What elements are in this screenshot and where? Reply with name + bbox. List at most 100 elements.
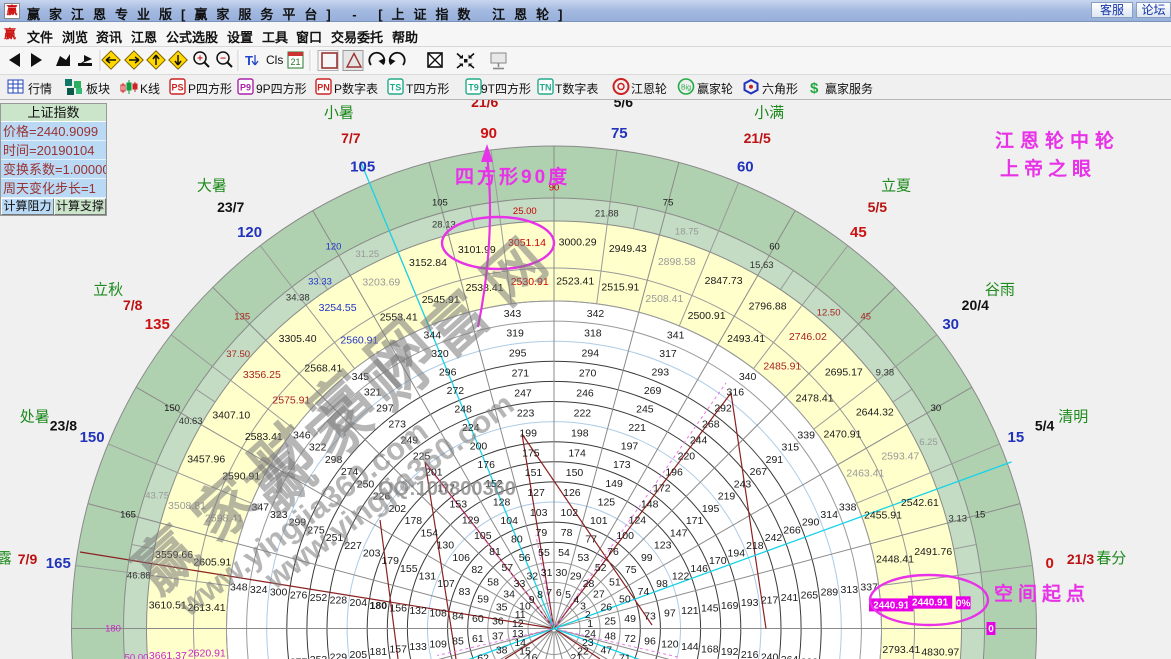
svg-text:4: 4 [573,594,579,606]
svg-text:2644.32: 2644.32 [856,407,894,419]
svg-text:5/6: 5/6 [614,100,634,110]
svg-text:处暑: 处暑 [20,408,50,425]
svg-text:47: 47 [600,645,612,657]
svg-text:269: 269 [644,385,662,397]
svg-text:157: 157 [389,644,407,656]
svg-text:3254.55: 3254.55 [319,302,357,314]
svg-text:180: 180 [105,624,121,635]
svg-text:150: 150 [80,429,105,446]
svg-text:268: 268 [702,419,720,431]
svg-text:80: 80 [511,534,523,546]
svg-text:270: 270 [579,368,597,380]
svg-text:32: 32 [526,571,538,583]
svg-text:148: 148 [641,498,659,510]
svg-text:246: 246 [576,388,594,400]
svg-text:243: 243 [734,478,752,490]
svg-text:3407.10: 3407.10 [212,409,250,421]
svg-text:337: 337 [860,582,878,594]
svg-text:57: 57 [501,562,513,574]
svg-text:173: 173 [613,459,631,471]
svg-text:白露: 白露 [0,550,12,567]
svg-text:0: 0 [1046,555,1054,572]
svg-text:5/4: 5/4 [1035,417,1055,433]
svg-text:33: 33 [514,578,526,590]
svg-text:120: 120 [661,638,679,650]
svg-text:2455.91: 2455.91 [864,510,902,522]
svg-text:221: 221 [628,422,646,434]
svg-text:98: 98 [656,578,668,590]
svg-text:52: 52 [595,562,607,574]
svg-text:341: 341 [667,329,685,341]
svg-text:30: 30 [556,567,568,579]
svg-text:180: 180 [370,600,388,612]
svg-text:126: 126 [563,487,581,499]
svg-text:97: 97 [664,608,676,620]
svg-text:2478.41: 2478.41 [796,392,834,404]
svg-text:21: 21 [290,57,300,67]
svg-text:小满: 小满 [754,104,784,121]
svg-text:50: 50 [619,594,631,606]
svg-text:316: 316 [727,387,745,399]
svg-text:清明: 清明 [1058,408,1088,425]
svg-text:5/5: 5/5 [868,199,888,215]
svg-text:20/4: 20/4 [962,297,989,313]
svg-text:7: 7 [546,587,552,599]
svg-text:100: 100 [616,530,634,542]
svg-text:75: 75 [663,198,674,209]
svg-text:15: 15 [975,509,986,520]
svg-text:49: 49 [624,613,636,625]
svg-text:105: 105 [350,159,375,176]
svg-text:2542.61: 2542.61 [901,497,939,509]
svg-text:175: 175 [522,447,540,459]
svg-text:150: 150 [164,403,180,414]
svg-text:99: 99 [641,552,653,564]
svg-text:197: 197 [621,441,639,453]
svg-text:125: 125 [598,496,616,508]
svg-text:Cls: Cls [266,53,283,67]
svg-text:150: 150 [566,467,584,479]
svg-text:295: 295 [509,348,527,360]
svg-text:291: 291 [766,454,784,466]
svg-text:76: 76 [607,546,619,558]
svg-text:156: 156 [389,603,407,615]
svg-text:198: 198 [571,427,589,439]
svg-text:135: 135 [145,316,170,333]
svg-text:252: 252 [310,592,328,604]
svg-text:265: 265 [801,589,819,601]
svg-text:2949.43: 2949.43 [609,243,647,255]
svg-text:85: 85 [452,636,464,648]
svg-text:Big: Big [681,85,691,92]
svg-text:28: 28 [583,578,595,590]
svg-text:24: 24 [584,628,596,640]
svg-text:30: 30 [931,403,942,414]
svg-text:3152.84: 3152.84 [409,257,447,269]
svg-text:P9: P9 [240,83,251,93]
svg-text:121: 121 [681,605,699,617]
svg-text:35: 35 [496,601,508,613]
svg-text:319: 319 [506,328,524,340]
svg-text:165: 165 [46,555,71,572]
svg-text:194: 194 [728,548,746,560]
svg-text:242: 242 [765,532,783,544]
svg-text:18.75: 18.75 [675,227,699,238]
svg-text:四方形90度: 四方形90度 [455,165,570,188]
svg-text:T9: T9 [468,83,479,93]
svg-text:55: 55 [538,547,550,559]
svg-text:大暑: 大暑 [197,178,227,195]
svg-text:266: 266 [783,524,801,536]
svg-text:106: 106 [452,552,470,564]
svg-text:105: 105 [474,530,492,542]
svg-text:205: 205 [350,649,368,659]
svg-text:59: 59 [477,594,489,606]
svg-text:192: 192 [721,646,739,658]
svg-text:51: 51 [609,576,621,588]
svg-text:169: 169 [721,600,739,612]
svg-text:61: 61 [472,633,484,645]
svg-text:174: 174 [568,447,586,459]
svg-text:38: 38 [496,645,508,657]
svg-text:127: 127 [527,487,545,499]
svg-text:222: 222 [574,407,592,419]
svg-text:2440.91: 2440.91 [912,598,949,609]
svg-text:292: 292 [714,403,732,415]
svg-text:2463.41: 2463.41 [846,468,884,480]
